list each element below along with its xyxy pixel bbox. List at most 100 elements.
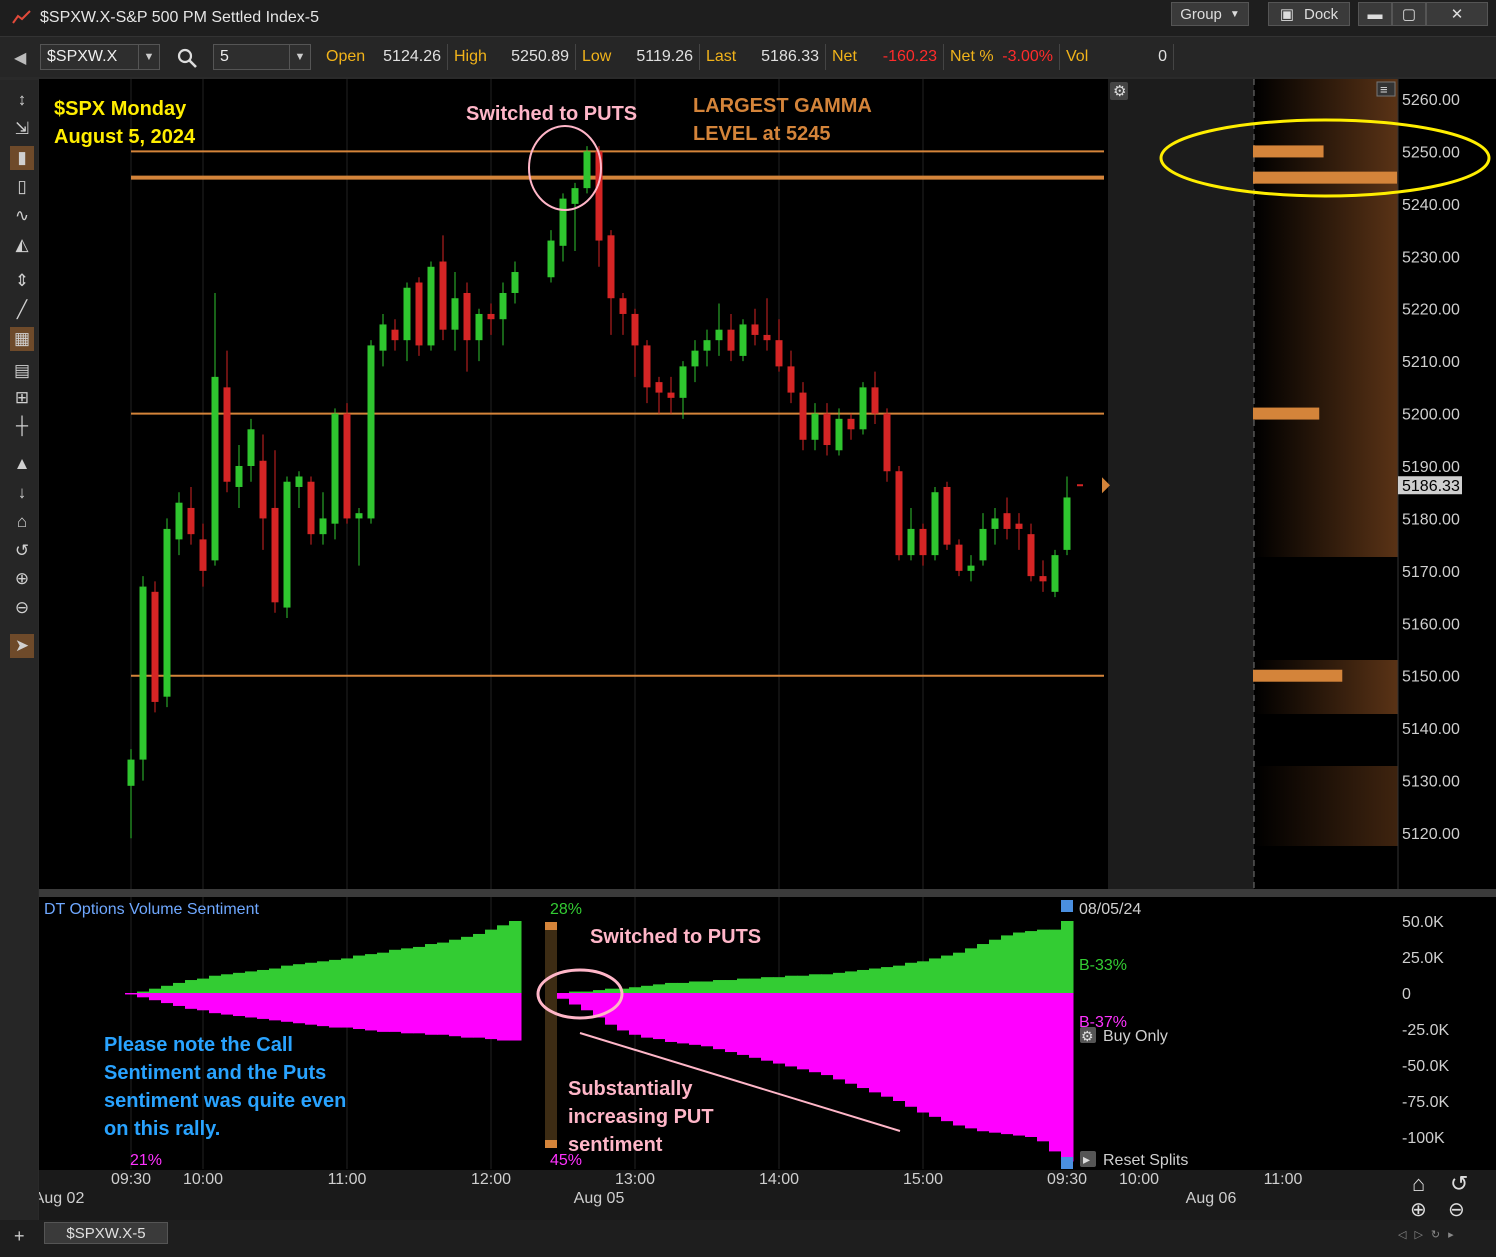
gamma-heat-zone [1254,766,1398,846]
put-volume-bar [185,993,198,1009]
session-gap-bar [545,922,557,1146]
call-volume-bar [785,975,798,993]
call-volume-bar [413,946,426,993]
put-volume-bar [773,993,786,1064]
candles-icon[interactable]: ▮ [10,146,34,170]
undo-icon[interactable]: ↺ [10,539,34,563]
line-icon[interactable]: ∿ [10,204,34,228]
candle-body [1063,497,1071,550]
minimize-button[interactable]: ▬ [1358,2,1392,26]
price-tick-label: 5240.00 [1402,197,1460,214]
quote-label: Last [706,48,737,65]
put-volume-bar [125,993,138,995]
call-volume-bar [449,939,462,993]
symbol-input[interactable]: $SPXW.X ▼ [40,44,160,70]
quote-label: Net [832,48,857,65]
zoom-vertical-icon[interactable]: ⇕ [10,269,34,293]
candle-body [247,429,255,466]
collapse-left-icon[interactable]: ◀ [14,48,26,68]
candle-body [571,188,579,204]
tab-nav-icons[interactable]: ◁▷↻▸ [1398,1228,1462,1241]
put-volume-bar [833,993,846,1080]
candle-body [379,324,387,351]
group-label: Group [1180,5,1222,23]
time-tick-label: 09:30 [1047,1171,1087,1188]
grid-icon[interactable]: ▦ [10,327,34,351]
search-icon[interactable] [176,47,198,69]
quote-label: Open [326,48,366,65]
tab-chart[interactable]: $SPXW.X -5 [44,1222,168,1244]
put-volume-bar [173,993,186,1006]
pin-icon[interactable]: ▲ [10,452,34,476]
put-volume-bar [1013,993,1026,1136]
call-volume-bar [725,980,738,993]
candle-body [859,387,867,430]
cursor-move-icon[interactable]: ⇲ [10,117,34,141]
pointer-icon[interactable]: ➤ [10,634,34,658]
chevron-down-icon[interactable]: ▼ [138,45,159,69]
sentiment-tick-label: -25.0K [1402,1022,1449,1039]
candle-body [439,261,447,330]
pin-small-icon[interactable]: ↓ [10,481,34,505]
put-volume-bar [329,993,342,1028]
put-volume-bar [617,993,630,1031]
sentiment-chart[interactable]: 50.0K 25.0K 0 -25.0K -50.0K -75.0K -100K DT Opt… [39,897,1496,1220]
put-volume-bar [377,993,390,1032]
put-volume-bar [713,993,726,1050]
put-volume-bar [497,993,510,1041]
maximize-button[interactable]: ▢ [1392,2,1426,26]
price-tick-label: 5160.00 [1402,616,1460,633]
close-button[interactable]: ✕ [1426,2,1488,26]
price-tick-label: 5250.00 [1402,144,1460,161]
chevron-down-icon[interactable]: ▼ [289,45,310,69]
grid-small-icon[interactable]: ⊞ [10,386,34,410]
put-volume-bar [269,993,282,1021]
annotation-gamma-level: LEVEL at 5245 [693,123,830,145]
bars-icon[interactable]: ▯ [10,175,34,199]
annotation-spx: $SPX Monday [54,98,187,120]
candle-body [607,235,615,299]
call-volume-bar [1049,929,1062,993]
price-tick-label: 5190.00 [1402,459,1460,476]
call-volume-bar [929,958,942,993]
table-icon[interactable]: ▤ [10,359,34,383]
put-volume-bar [929,993,942,1117]
call-volume-bar [737,978,750,993]
dock-button[interactable]: ▣ Dock [1268,2,1350,26]
add-tab-icon[interactable]: + [14,1226,25,1247]
put-volume-bar [701,993,714,1047]
group-button[interactable]: Group ▼ [1171,2,1249,26]
call-volume-bar [161,985,174,993]
cursor-vertical-icon[interactable]: ↕ [10,88,34,112]
home-icon[interactable]: ⌂ [10,510,34,534]
put-volume-bar [917,993,930,1113]
candle-body [199,539,207,571]
call-volume-bar [1061,921,1074,993]
put-volume-bar [341,993,354,1028]
buy-only-label: Buy Only [1103,1028,1168,1045]
panel-splitter[interactable] [39,889,1496,897]
quote-value: 5186.33 [740,44,826,70]
gamma-bar [1253,669,1343,682]
zoom-out-icon[interactable]: ⊖ [10,596,34,620]
call-volume-bar [329,959,342,993]
put-volume-bar [245,993,258,1018]
put-volume-bar [725,993,738,1053]
call-volume-bar [605,988,618,993]
candle-body [163,528,171,697]
call-volume-bar [869,968,882,993]
tab-interval: 5 [137,1224,146,1242]
put-volume-bar [797,993,810,1070]
price-chart[interactable]: 5260.00 5250.00 5240.00 5230.00 5220.00 5210.… [39,79,1496,889]
last-price-tag: 5186.33 [1402,478,1460,495]
candle-body [787,366,795,393]
reset-splits-icon: ▸ [1083,1151,1090,1167]
interval-input[interactable]: 5 ▼ [213,44,311,70]
candle-body [931,492,939,556]
zoom-in-icon[interactable]: ⊕ [10,567,34,591]
trendline-icon[interactable]: ╱ [10,298,34,322]
area-icon[interactable]: ◭ [10,233,34,257]
crosshair-icon[interactable]: ┼ [10,414,34,438]
candle-body [835,418,843,451]
call-volume-bar [509,921,522,993]
